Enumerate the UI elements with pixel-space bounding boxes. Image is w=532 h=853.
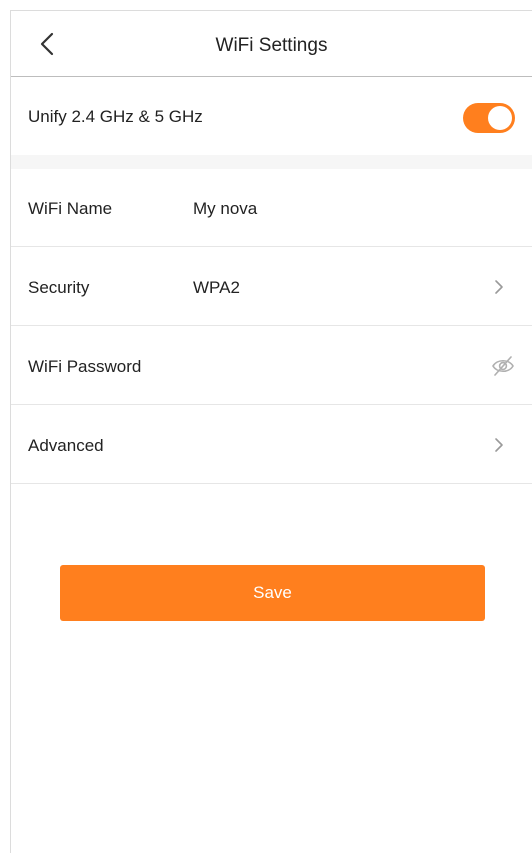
eye-off-icon[interactable] [491, 355, 515, 377]
wifi-name-label: WiFi Name [28, 199, 113, 218]
page-title: WiFi Settings [215, 35, 328, 56]
header-bar: WiFi Settings [11, 11, 532, 77]
unify-bands-toggle[interactable] [463, 103, 515, 133]
advanced-label: Advanced [28, 436, 104, 455]
security-value: WPA2 [193, 278, 240, 297]
chevron-right-icon [495, 438, 503, 452]
wifi-name-value[interactable]: My nova [193, 199, 257, 219]
wifi-password-row[interactable]: WiFi Password [11, 326, 532, 405]
section-separator [11, 155, 532, 169]
wifi-settings-screen: WiFi Settings Unify 2.4 GHz & 5 GHz WiFi… [10, 10, 532, 853]
security-label: Security [28, 278, 90, 297]
unify-bands-label: Unify 2.4 GHz & 5 GHz [28, 107, 203, 126]
save-button[interactable]: Save [60, 565, 485, 621]
chevron-right-icon [495, 280, 503, 294]
wifi-password-label: WiFi Password [28, 357, 142, 376]
unify-bands-row: Unify 2.4 GHz & 5 GHz [11, 77, 532, 155]
advanced-row[interactable]: Advanced [11, 405, 532, 484]
security-row[interactable]: Security WPA2 [11, 247, 532, 326]
toggle-knob [488, 106, 512, 130]
wifi-name-row[interactable]: WiFi Name My nova [11, 169, 532, 247]
